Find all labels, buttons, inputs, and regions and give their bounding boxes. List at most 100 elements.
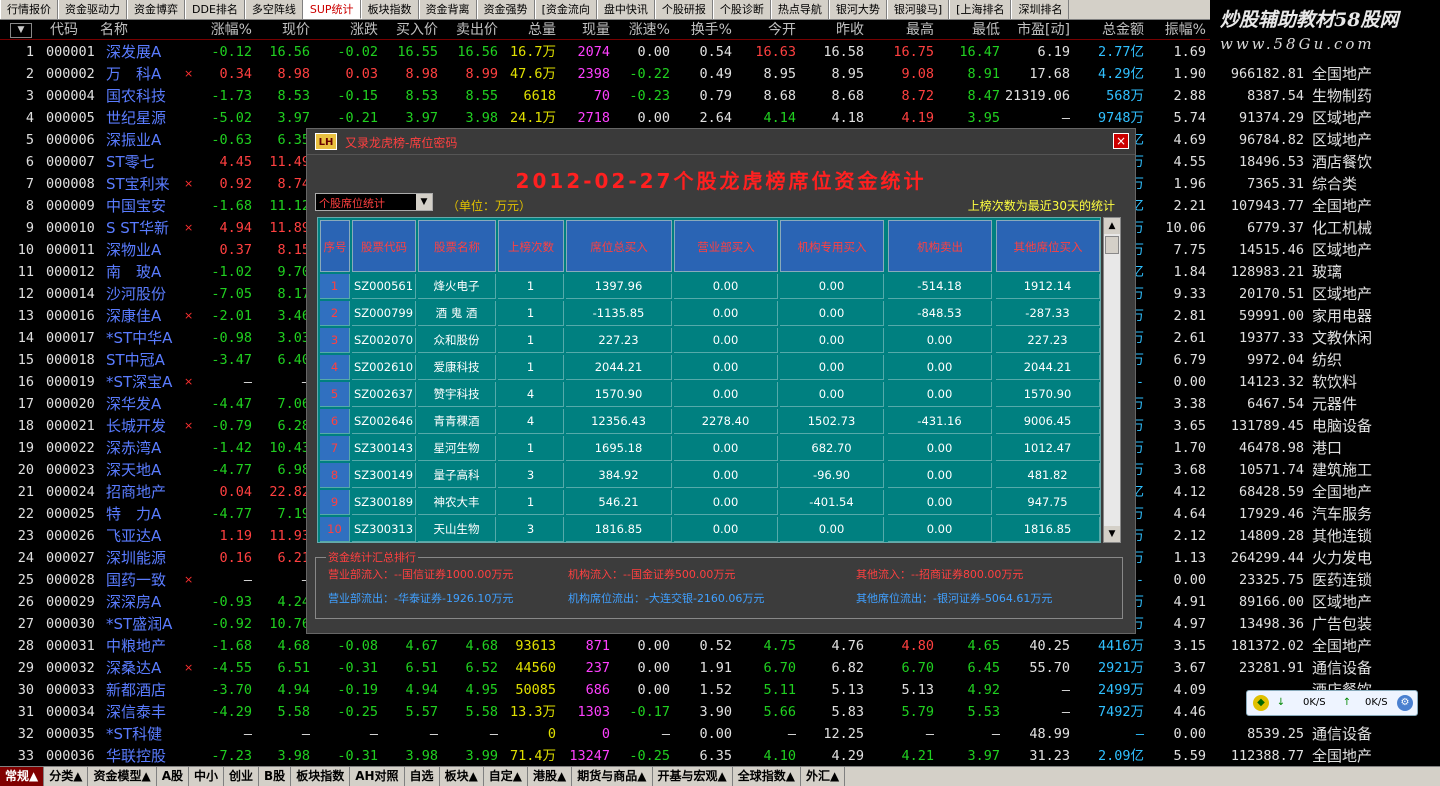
tab-6[interactable]: 板块指数	[360, 0, 419, 19]
stock-name[interactable]: 深信泰丰	[106, 701, 178, 723]
bottom-tab-16[interactable]: 外汇▲	[801, 767, 846, 786]
tab-17[interactable]: 深圳排名	[1011, 0, 1070, 19]
dialog-cell[interactable]: 量子高科	[418, 463, 496, 488]
stock-name[interactable]: *ST盛润A	[106, 613, 178, 635]
tab-1[interactable]: 资金驱动力	[58, 0, 127, 19]
stock-name[interactable]: *ST深宝A	[106, 371, 178, 393]
stock-name[interactable]: 世纪星源	[106, 107, 178, 129]
tab-2[interactable]: 资金博弈	[127, 0, 185, 19]
bottom-tab-13[interactable]: 期货与商品▲	[572, 767, 653, 786]
bottom-tab-8[interactable]: AH对照	[350, 767, 405, 786]
scroll-thumb[interactable]	[1105, 236, 1119, 254]
bottom-tab-6[interactable]: B股	[259, 767, 292, 786]
stock-name[interactable]: 深桑达A	[106, 657, 178, 679]
tab-10[interactable]: 盘中快讯	[596, 0, 655, 19]
column-header-0[interactable]: 代码	[38, 19, 78, 41]
stock-name[interactable]: 飞亚达A	[106, 525, 178, 547]
column-header-6[interactable]: 卖出价	[442, 19, 498, 41]
column-header-12[interactable]: 昨收	[800, 19, 864, 41]
table-row[interactable]: 28 000031 中粮地产 -1.68 4.68 -0.08 4.67 4.68 93613 8…	[0, 635, 1440, 657]
stock-name[interactable]: ST宝利来	[106, 173, 178, 195]
tab-4[interactable]: 多空阵线	[244, 0, 303, 19]
stock-name[interactable]: 新都酒店	[106, 679, 178, 701]
tab-11[interactable]: 个股研报	[654, 0, 713, 19]
stock-name[interactable]: 中粮地产	[106, 635, 178, 657]
stock-name[interactable]: 特 力A	[106, 503, 178, 525]
stock-name[interactable]: *ST科健	[106, 723, 178, 745]
tab-5[interactable]: SUP统计	[302, 0, 361, 19]
table-row[interactable]: 33 000036 华联控股 -7.23 3.98 -0.31 3.98 3.99 71.4万 1…	[0, 745, 1440, 767]
tab-15[interactable]: 银河骏马]	[886, 0, 950, 19]
scroll-up-icon[interactable]: ▲	[1104, 218, 1120, 234]
tab-14[interactable]: 银河大势	[828, 0, 887, 19]
column-header-5[interactable]: 买入价	[382, 19, 438, 41]
table-row[interactable]: 32 000035 *ST科健 — — — — — 0 0 — 0.00 — 12.25 — — 48.99 — 0…	[0, 723, 1440, 745]
stock-name[interactable]: 长城开发	[106, 415, 178, 437]
table-row[interactable]: 4 000005 世纪星源 -5.02 3.97 -0.21 3.97 3.98 24.1万 27…	[0, 107, 1440, 129]
dialog-cell[interactable]: 众和股份	[418, 328, 496, 353]
dialog-cell[interactable]: 星河生物	[418, 436, 496, 461]
sort-dropdown-icon[interactable]: ▼	[10, 23, 32, 38]
stock-name[interactable]: 国药一致	[106, 569, 178, 591]
tab-0[interactable]: 行情报价	[0, 0, 58, 19]
bottom-tab-7[interactable]: 板块指数	[291, 767, 351, 786]
column-header-7[interactable]: 总量	[502, 19, 556, 41]
stock-name[interactable]: 深圳能源	[106, 547, 178, 569]
bottom-tab-2[interactable]: 资金模型▲	[88, 767, 157, 786]
stock-name[interactable]: ST零七	[106, 151, 178, 173]
bottom-tab-11[interactable]: 自定▲	[484, 767, 529, 786]
stock-name[interactable]: 深发展A	[106, 41, 178, 63]
bottom-tab-5[interactable]: 创业	[224, 767, 260, 786]
dialog-cell[interactable]: 青青稞酒	[418, 409, 496, 434]
tab-13[interactable]: 热点导航	[770, 0, 829, 19]
stock-name[interactable]: *ST中华A	[106, 327, 178, 349]
dialog-cell[interactable]: 赞宇科技	[418, 382, 496, 407]
tab-7[interactable]: 资金背离	[418, 0, 477, 19]
stock-name[interactable]: 深天地A	[106, 459, 178, 481]
tab-9[interactable]: [资金流向	[534, 0, 597, 19]
column-header-16[interactable]: 总金额	[1074, 19, 1144, 41]
column-header-17[interactable]: 振幅%	[1148, 19, 1206, 41]
bottom-tab-10[interactable]: 板块▲	[440, 767, 484, 786]
scroll-down-icon[interactable]: ▼	[1104, 526, 1120, 542]
stock-name[interactable]: 深深房A	[106, 591, 178, 613]
bottom-tab-1[interactable]: 分类▲	[44, 767, 89, 786]
column-header-13[interactable]: 最高	[870, 19, 934, 41]
close-icon[interactable]: ×	[1113, 133, 1129, 149]
bottom-tab-3[interactable]: A股	[157, 767, 189, 786]
chevron-down-icon[interactable]: ▼	[416, 194, 432, 210]
stock-name[interactable]: 万 科A	[106, 63, 178, 85]
stock-name[interactable]: 沙河股份	[106, 283, 178, 305]
bottom-tab-15[interactable]: 全球指数▲	[733, 767, 801, 786]
stock-name[interactable]: 招商地产	[106, 481, 178, 503]
settings-icon[interactable]: ⚙	[1397, 695, 1413, 711]
tab-3[interactable]: DDE排名	[185, 0, 245, 19]
bottom-tab-4[interactable]: 中小	[189, 767, 225, 786]
column-header-3[interactable]: 现价	[252, 19, 310, 41]
dialog-cell[interactable]: 天山生物	[418, 517, 496, 542]
table-row[interactable]: 1 000001 深发展A -0.12 16.56 -0.02 16.55 16.56 16.7…	[0, 41, 1440, 63]
tab-12[interactable]: 个股诊断	[712, 0, 771, 19]
stock-name[interactable]: 深振业A	[106, 129, 178, 151]
stock-name[interactable]: 深康佳A	[106, 305, 178, 327]
table-row[interactable]: 30 000033 新都酒店 -3.70 4.94 -0.19 4.94 4.95 50085 6…	[0, 679, 1440, 701]
table-scrollbar[interactable]: ▲ ▼	[1103, 217, 1121, 543]
stat-type-select[interactable]: 个股席位统计 ▼	[315, 193, 433, 211]
table-row[interactable]: 31 000034 深信泰丰 -4.29 5.58 -0.25 5.57 5.58 13.3万 1…	[0, 701, 1440, 723]
stock-name[interactable]: ST中冠A	[106, 349, 178, 371]
column-header-2[interactable]: 涨幅%	[200, 19, 252, 41]
dialog-column-header-7[interactable]: 机构卖出	[888, 220, 992, 272]
column-header-8[interactable]: 现量	[560, 19, 610, 41]
table-row[interactable]: 2 000002 万 科A × 0.34 8.98 0.03 8.98 8.99 47.6万 239…	[0, 63, 1440, 85]
column-header-14[interactable]: 最低	[936, 19, 1000, 41]
stock-name[interactable]: 南 玻A	[106, 261, 178, 283]
network-speed-widget[interactable]: ◆ ↓ 0K/S ↑ 0K/S ⚙	[1246, 690, 1418, 716]
dialog-column-header-2[interactable]: 股票名称	[418, 220, 496, 272]
dialog-title-bar[interactable]: LH 又录龙虎榜-席位密码 ×	[307, 129, 1135, 155]
dialog-cell[interactable]: 爱康科技	[418, 355, 496, 380]
column-header-4[interactable]: 涨跌	[316, 19, 378, 41]
bottom-tab-12[interactable]: 港股▲	[528, 767, 573, 786]
tab-8[interactable]: 资金强势	[476, 0, 535, 19]
stock-name[interactable]: S ST华新	[106, 217, 178, 239]
bottom-tab-0[interactable]: 常规▲	[0, 767, 45, 786]
